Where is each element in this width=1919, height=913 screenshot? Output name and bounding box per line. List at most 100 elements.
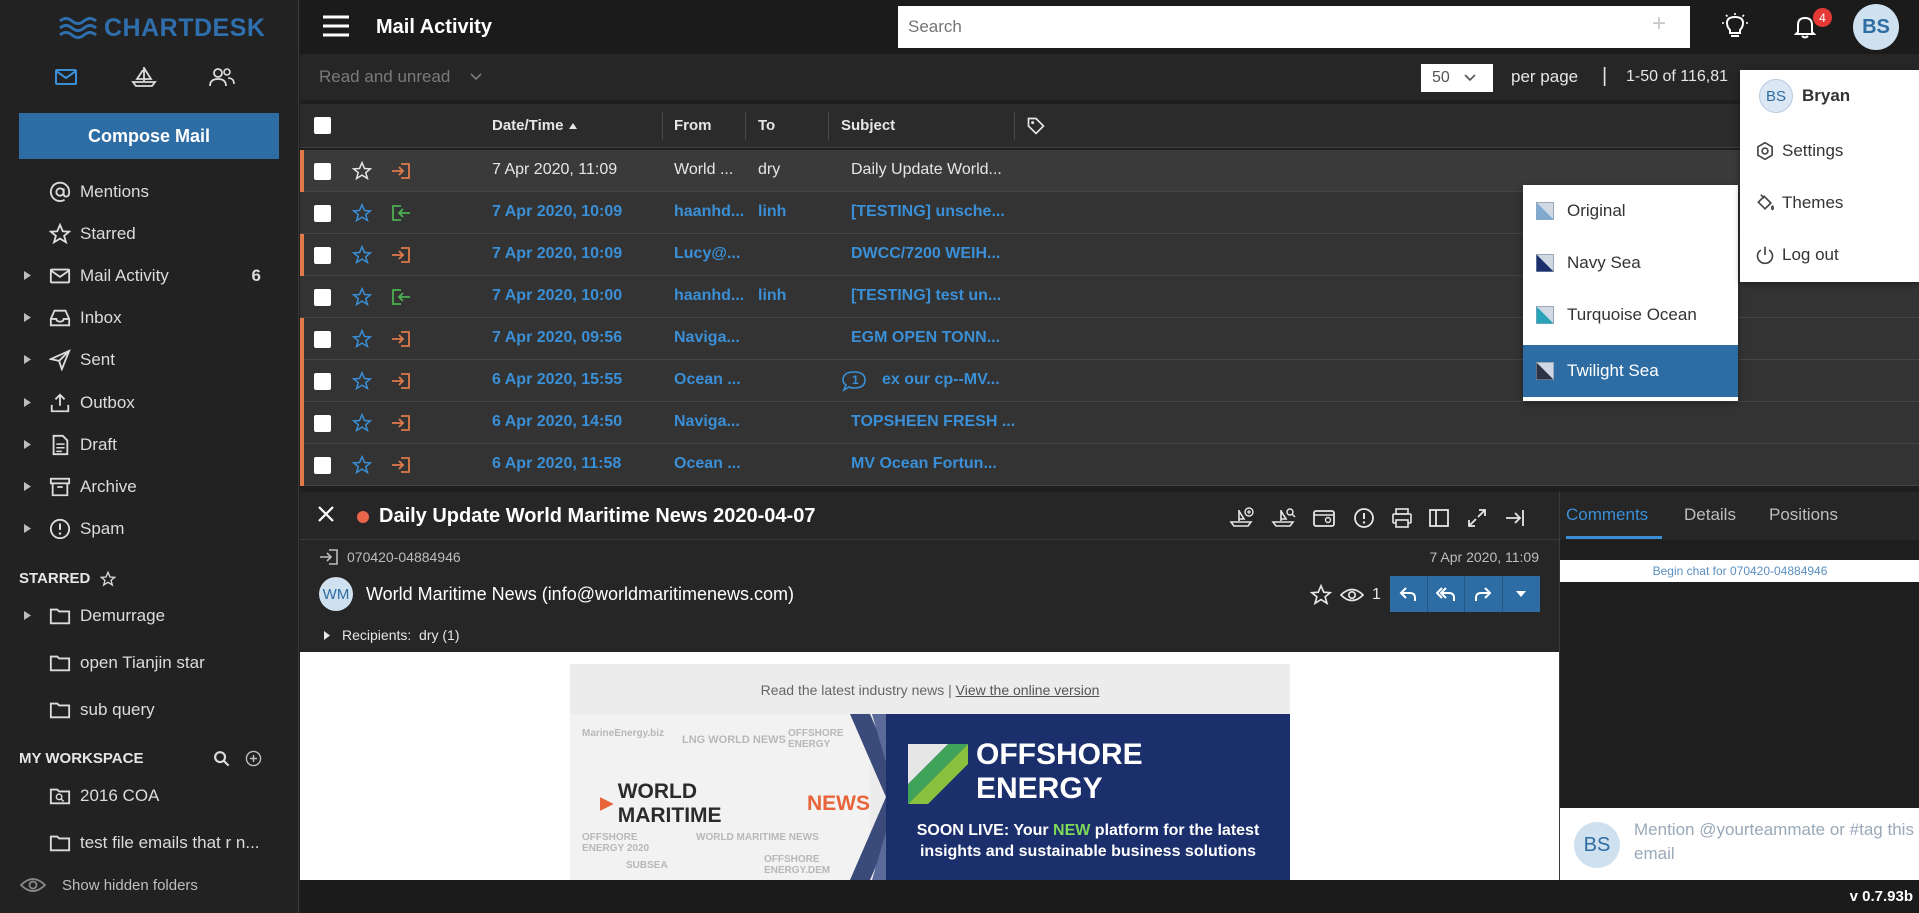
user-avatar-button[interactable]: BS	[1853, 4, 1899, 50]
print-icon[interactable]	[1388, 504, 1416, 532]
search-add-icon[interactable]: +	[1652, 10, 1666, 38]
lightbulb-icon[interactable]	[1720, 12, 1750, 42]
close-icon[interactable]	[316, 504, 336, 524]
theme-option-original[interactable]: Original	[1523, 185, 1738, 237]
star-icon[interactable]	[352, 245, 372, 265]
workspace-folder-2016-coa[interactable]: 2016 COA	[0, 778, 299, 814]
theme-option-turquoise-ocean[interactable]: Turquoise Ocean	[1523, 289, 1738, 341]
caret-right-icon[interactable]	[24, 313, 32, 322]
star-icon[interactable]	[352, 287, 372, 307]
mail-icon[interactable]	[51, 62, 81, 92]
column-divider[interactable]	[745, 112, 746, 140]
theme-option-twilight-sea[interactable]: Twilight Sea	[1523, 345, 1738, 397]
menu-icon[interactable]	[323, 15, 349, 37]
forward-icon	[1475, 587, 1492, 601]
user-menu-logout[interactable]: Log out	[1740, 231, 1919, 279]
outgoing-marker	[300, 150, 304, 192]
tab-details[interactable]: Details	[1684, 505, 1736, 525]
caret-right-icon[interactable]	[24, 611, 32, 620]
sidebar-item-starred[interactable]: Starred	[0, 216, 299, 252]
column-divider[interactable]	[1014, 112, 1015, 140]
compose-mail-button[interactable]: Compose Mail	[19, 113, 279, 159]
column-from[interactable]: From	[674, 117, 712, 134]
star-icon[interactable]	[1310, 584, 1332, 606]
expand-icon[interactable]	[1463, 504, 1491, 532]
column-divider[interactable]	[828, 112, 829, 140]
row-checkbox[interactable]	[314, 205, 331, 222]
star-icon[interactable]	[100, 570, 117, 587]
star-icon[interactable]	[352, 371, 372, 391]
user-menu-settings[interactable]: Settings	[1740, 127, 1919, 175]
column-date[interactable]: Date/Time	[492, 117, 578, 134]
row-checkbox[interactable]	[314, 415, 331, 432]
column-divider[interactable]	[662, 112, 663, 140]
reply-button[interactable]	[1390, 576, 1428, 612]
caret-right-icon[interactable]	[24, 524, 32, 533]
app-root: CHARTDESK Compose Mail Mentions Starred Ma…	[0, 0, 1919, 913]
more-actions-button[interactable]	[1502, 576, 1540, 612]
star-icon[interactable]	[352, 329, 372, 349]
tag-icon[interactable]	[1026, 116, 1046, 136]
caret-right-icon[interactable]	[24, 440, 32, 449]
row-checkbox[interactable]	[314, 457, 331, 474]
starred-folder-open-tianjin-star[interactable]: open Tianjin star	[0, 645, 299, 681]
table-row[interactable]: 6 Apr 2020, 11:58 Ocean ... MV Ocean Fortu…	[300, 444, 1919, 486]
per-page-select[interactable]: 50	[1421, 64, 1493, 92]
comment-input[interactable]: BS Mention @yourteammate or #tag this em…	[1560, 808, 1919, 880]
ship-add-icon[interactable]	[1228, 504, 1256, 532]
row-checkbox[interactable]	[314, 163, 331, 180]
user-menu-themes[interactable]: Themes	[1740, 179, 1919, 227]
sidebar-item-mentions[interactable]: Mentions	[0, 174, 299, 210]
search-icon[interactable]	[213, 750, 230, 767]
star-icon[interactable]	[352, 455, 372, 475]
sidebar-item-draft[interactable]: Draft	[0, 427, 299, 463]
alert-circle-icon[interactable]	[1350, 504, 1378, 532]
view-online-link[interactable]: View the online version	[956, 682, 1100, 698]
starred-folder-demurrage[interactable]: Demurrage	[0, 598, 299, 634]
theme-option-navy-sea[interactable]: Navy Sea	[1523, 237, 1738, 289]
select-all-checkbox[interactable]	[314, 117, 331, 134]
sidebar-item-outbox[interactable]: Outbox	[0, 385, 299, 421]
tab-positions[interactable]: Positions	[1769, 505, 1838, 525]
table-row[interactable]: 6 Apr 2020, 14:50 Naviga... TOPSHEEN FRESH…	[300, 402, 1919, 444]
starred-folder-sub-query[interactable]: sub query	[0, 692, 299, 728]
tab-comments[interactable]: Comments	[1566, 505, 1648, 525]
search-input[interactable]	[898, 6, 1690, 48]
row-checkbox[interactable]	[314, 289, 331, 306]
column-to[interactable]: To	[758, 117, 775, 134]
row-checkbox[interactable]	[314, 331, 331, 348]
sidebar-item-mail-activity[interactable]: Mail Activity 6	[0, 258, 299, 294]
row-checkbox[interactable]	[314, 247, 331, 264]
sidebar-item-spam[interactable]: Spam	[0, 511, 299, 547]
app-logo[interactable]: CHARTDESK	[58, 12, 265, 44]
star-icon[interactable]	[352, 413, 372, 433]
star-icon[interactable]	[352, 203, 372, 223]
users-icon[interactable]	[207, 62, 237, 92]
exit-icon[interactable]	[1500, 504, 1528, 532]
caret-right-icon[interactable]	[24, 355, 32, 364]
user-menu-profile[interactable]: BS Bryan	[1740, 72, 1919, 120]
sender-name[interactable]: World Maritime News (info@worldmaritimen…	[366, 584, 794, 605]
split-view-icon[interactable]	[1425, 504, 1453, 532]
caret-right-icon[interactable]	[24, 271, 32, 280]
column-subject[interactable]: Subject	[841, 117, 895, 134]
add-circle-icon[interactable]	[245, 750, 262, 767]
wallet-icon[interactable]	[1310, 504, 1338, 532]
reply-all-button[interactable]	[1427, 576, 1465, 612]
ship-icon[interactable]	[129, 62, 159, 92]
sidebar-item-archive[interactable]: Archive	[0, 469, 299, 505]
read-filter-dropdown[interactable]: Read and unread	[319, 67, 482, 87]
recipients-toggle[interactable]: Recipients: dry (1)	[324, 627, 460, 643]
workspace-folder-test-file-emails-that-r-n[interactable]: test file emails that r n...	[0, 825, 299, 861]
caret-right-icon[interactable]	[24, 398, 32, 407]
row-subject: [TESTING] unsche...	[851, 203, 1005, 220]
row-checkbox[interactable]	[314, 373, 331, 390]
sidebar-item-sent[interactable]: Sent	[0, 342, 299, 378]
outgoing-marker	[300, 444, 304, 486]
ship-search-icon[interactable]	[1270, 504, 1298, 532]
forward-button[interactable]	[1465, 576, 1503, 612]
sidebar-item-inbox[interactable]: Inbox	[0, 300, 299, 336]
star-icon[interactable]	[352, 161, 372, 181]
show-hidden-folders-link[interactable]: Show hidden folders	[20, 876, 198, 894]
caret-right-icon[interactable]	[24, 482, 32, 491]
